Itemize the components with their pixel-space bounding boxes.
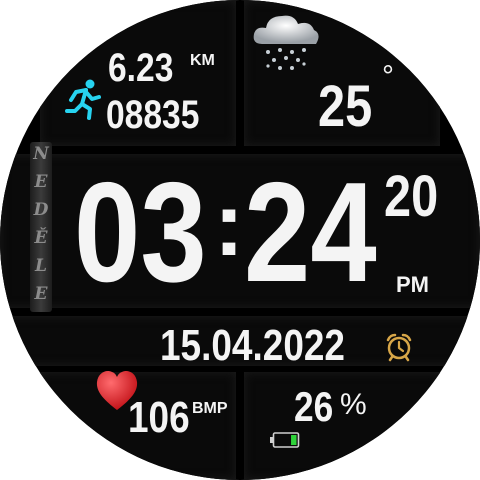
step-count: 08835 bbox=[106, 93, 200, 137]
date-value: 15.04.2022 bbox=[160, 321, 345, 370]
running-person-icon bbox=[62, 78, 104, 120]
weekday-letter: Ě bbox=[34, 228, 48, 248]
time-ampm: PM bbox=[396, 272, 429, 297]
battery-icon bbox=[270, 432, 300, 448]
weekday-letter: E bbox=[34, 284, 48, 304]
distance-unit: KM bbox=[190, 52, 215, 69]
battery-value: 26 bbox=[294, 383, 334, 430]
time-hours: 03 bbox=[74, 153, 207, 312]
battery-unit: % bbox=[340, 388, 367, 421]
weekday-letter: E bbox=[34, 172, 48, 192]
heart-rate-unit: BMP bbox=[192, 400, 228, 417]
weekday-letter: D bbox=[33, 200, 49, 220]
temperature-unit: ° bbox=[382, 60, 394, 93]
time-seconds: 20 bbox=[384, 164, 439, 229]
temperature-value: 25 bbox=[318, 74, 373, 139]
weekday-letter: L bbox=[35, 256, 47, 276]
alarm-clock-icon[interactable] bbox=[384, 332, 414, 362]
watch-face: 6.23 KM 08835 25 ° N E D Ě L E 03: 24 2… bbox=[0, 0, 480, 480]
heart-rate-value: 106 bbox=[128, 393, 190, 442]
weekday-label: N E D Ě L E bbox=[30, 142, 52, 312]
time-minutes: 24 bbox=[244, 153, 377, 312]
time-separator: : bbox=[214, 175, 244, 275]
snow-cloud-icon bbox=[248, 6, 324, 76]
distance-value: 6.23 bbox=[108, 46, 174, 90]
weekday-letter: N bbox=[33, 144, 49, 164]
